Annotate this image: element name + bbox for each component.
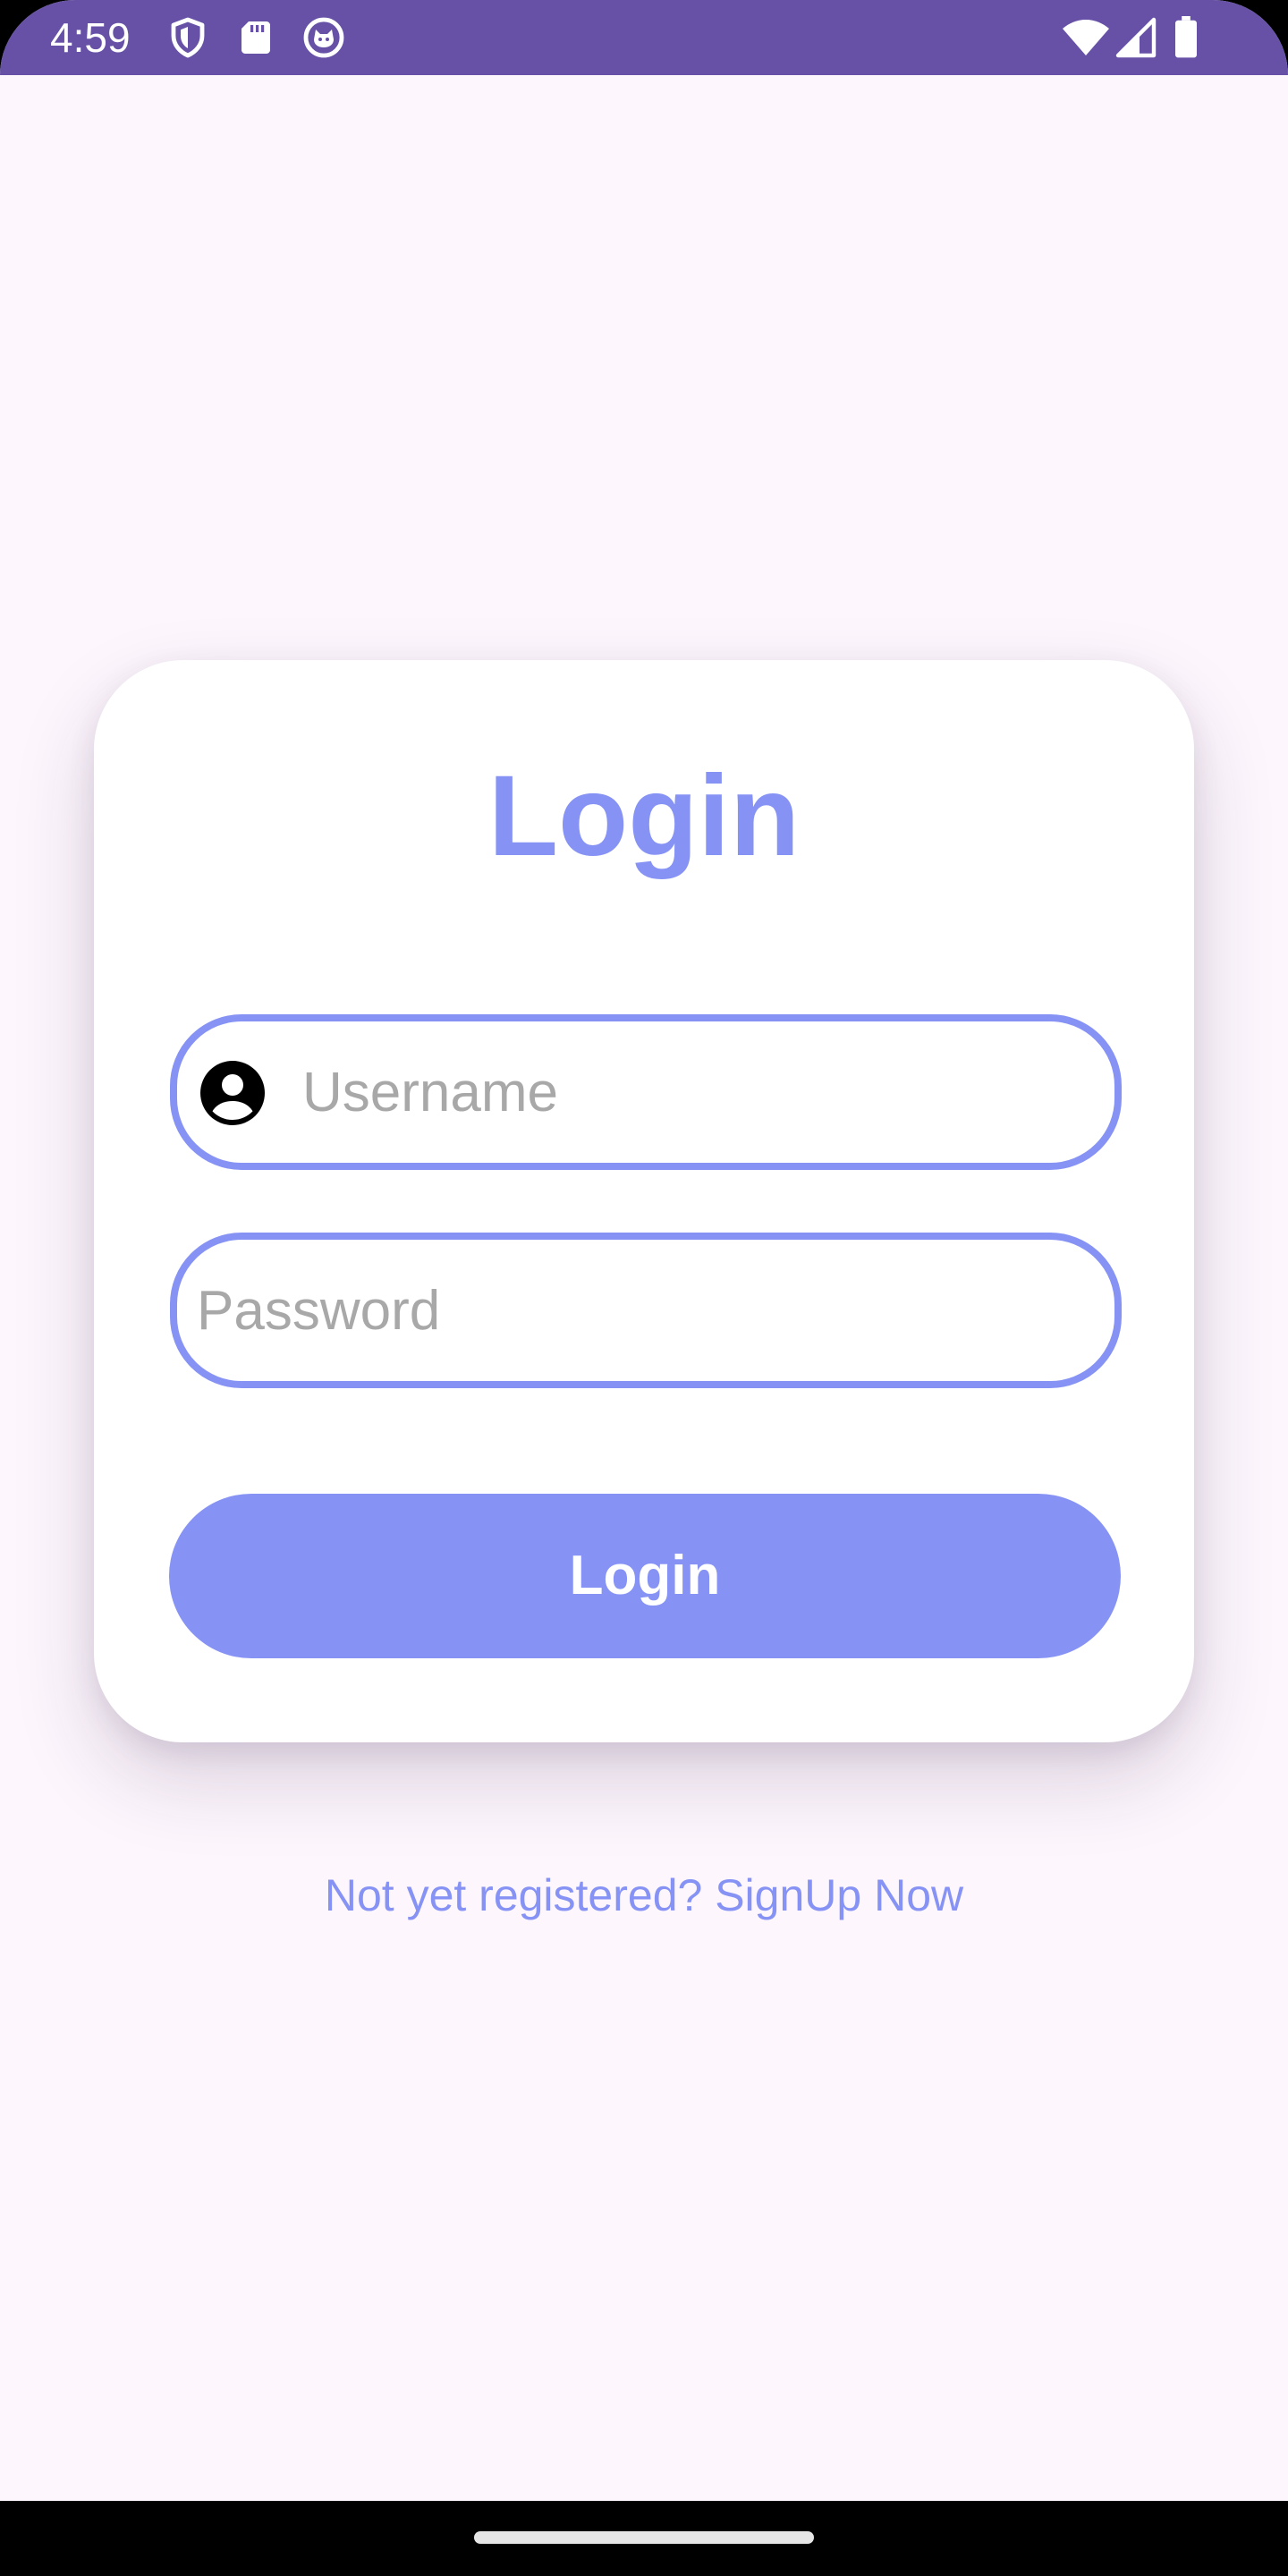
password-field[interactable] <box>170 1233 1122 1388</box>
sd-card-icon <box>234 16 277 59</box>
username-field[interactable] <box>170 1014 1122 1170</box>
status-bar: 4:59 <box>0 0 1288 75</box>
account-circle-icon <box>200 1061 265 1125</box>
login-screen: 4:59 Login Username Login Not yet regist… <box>0 0 1288 2576</box>
cell-signal-icon <box>1114 16 1157 59</box>
wifi-icon <box>1061 16 1111 59</box>
home-gesture-handle[interactable] <box>474 2531 814 2544</box>
login-card: Login Login <box>94 660 1194 1742</box>
login-button[interactable]: Login <box>169 1494 1121 1658</box>
signup-link[interactable]: Not yet registered? SignUp Now <box>0 1864 1288 1927</box>
shield-icon <box>166 16 209 59</box>
status-time: 4:59 <box>50 14 131 61</box>
battery-icon <box>1170 16 1202 59</box>
login-title: Login <box>487 752 801 880</box>
cat-face-icon <box>302 16 345 59</box>
navigation-bar <box>0 2501 1288 2576</box>
password-input[interactable] <box>197 1240 1091 1381</box>
username-input[interactable] <box>302 1021 1089 1163</box>
